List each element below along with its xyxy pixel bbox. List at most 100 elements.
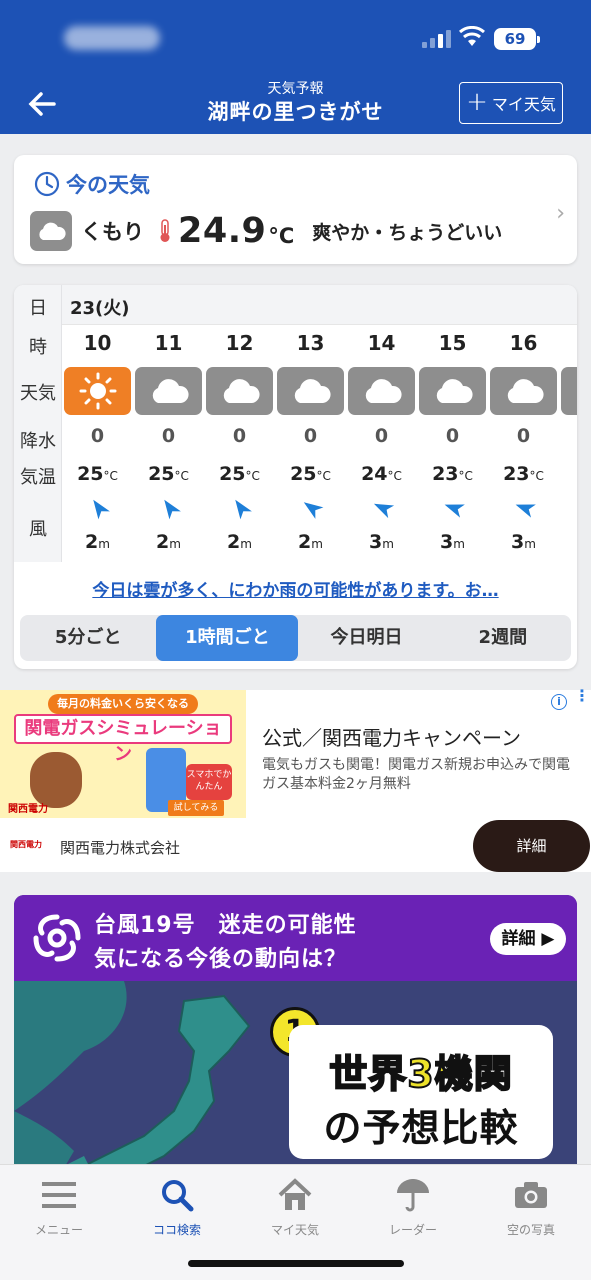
temp-value: 23°C — [432, 463, 473, 485]
wind-speed-value: 3m — [511, 531, 536, 553]
hour-column: 11 0 25°C 2m — [133, 325, 204, 562]
forecast-summary-link[interactable]: 今日は雲が多く、にわか雨の可能性があります。お… — [14, 576, 577, 601]
current-comment: 爽やか・ちょうどいい — [312, 221, 503, 244]
home-indicator — [188, 1260, 404, 1267]
hour-column: 13 0 25°C 2m — [275, 325, 346, 562]
label-temp: 気温 — [20, 467, 56, 488]
ad-image[interactable]: 毎月の料金いくら安くなるの？ 関電ガスシミュレーション スマホでかんたん 関西電… — [0, 690, 246, 818]
header-subtitle: 天気予報 — [267, 81, 324, 97]
tab-hourly[interactable]: 1時間ごと — [156, 615, 299, 661]
header-titles: 天気予報 湖畔の里つきがせ — [150, 80, 441, 126]
rain-value: 0 — [445, 425, 460, 447]
ad-detail-button[interactable]: 詳細 — [473, 820, 590, 872]
cloud-icon — [30, 211, 72, 251]
cloud-icon — [206, 367, 273, 415]
tab-my-weather-label: マイ天気 — [270, 1223, 319, 1237]
hourly-columns[interactable]: 10 0 25°C 2m 11 0 25°C 2m 12 0 25°C 2m 13 0 25°C 2m 14 0 2… — [62, 325, 577, 562]
day-label: 23(火) — [70, 298, 130, 319]
ad-banner[interactable]: 毎月の料金いくら安くなるの？ 関電ガスシミュレーション スマホでかんたん 関西電… — [0, 688, 591, 872]
rain-value: 0 — [161, 425, 176, 447]
cloud-icon — [277, 367, 344, 415]
current-weather-card[interactable]: 今の天気 くもり 24.9 °C 爽やか・ちょうどいい › — [14, 155, 577, 264]
wind-speed-value: 2m — [227, 531, 252, 553]
hour-column-partial — [559, 325, 577, 562]
current-condition: くもり — [81, 220, 144, 244]
ad-image-logo: 関西電力 — [8, 804, 48, 815]
typhoon-header: 台風19号 迷走の可能性 気になる今後の動向は？ 詳細 ▶ — [14, 895, 577, 981]
label-day: 日 — [29, 298, 47, 319]
rain-value: 0 — [90, 425, 105, 447]
day-row: 23(火) — [62, 285, 577, 325]
bubble-line2: の予想比較 — [323, 1106, 519, 1150]
wind-direction-icon — [372, 497, 395, 519]
umbrella-icon — [397, 1179, 429, 1212]
speech-bubble: 世界3機関 の予想比較 — [289, 1025, 553, 1159]
rain-value: 0 — [516, 425, 531, 447]
back-arrow-icon[interactable] — [26, 88, 58, 120]
wind-speed-value: 2m — [298, 531, 323, 553]
label-rain: 降水 — [20, 431, 56, 452]
ad-info-icon[interactable]: i — [551, 694, 567, 710]
tab-search[interactable]: ココ検索 — [118, 1173, 236, 1238]
thermometer-icon — [160, 219, 170, 242]
tab-2weeks[interactable]: 2週間 — [435, 615, 571, 661]
ad-title[interactable]: 公式／関西電力キャンペーン — [262, 722, 521, 751]
temp-value: 25°C — [148, 463, 189, 485]
tab-5min[interactable]: 5分ごと — [20, 615, 156, 661]
tab-menu[interactable]: メニュー — [0, 1173, 118, 1238]
wind-direction-icon — [301, 497, 324, 519]
hour-label: 15 — [438, 331, 467, 355]
temp-value: 24°C — [361, 463, 402, 485]
ad-description: 電気もガスも関電！関電ガス新規お申込みで関電ガス基本料金2ヶ月無料 — [262, 757, 570, 792]
tab-menu-label: メニュー — [34, 1223, 83, 1237]
hour-column: 15 0 23°C 3m — [417, 325, 488, 562]
hour-label: 11 — [154, 331, 183, 355]
wind-direction-icon — [514, 497, 536, 519]
rain-value: 0 — [303, 425, 318, 447]
label-weather: 天気 — [20, 383, 56, 404]
typhoon-detail-button[interactable]: 詳細 ▶ — [490, 923, 566, 955]
hour-label: 12 — [225, 331, 254, 355]
wind-direction-icon — [159, 497, 181, 520]
my-weather-button-label: マイ天気 — [491, 95, 556, 114]
current-temperature: 24.9 — [178, 211, 267, 251]
hour-label: 16 — [509, 331, 538, 355]
wind-direction-icon — [443, 497, 465, 519]
tab-sky-photos[interactable]: 空の写真 — [472, 1173, 590, 1238]
clock-icon — [34, 171, 60, 197]
ad-options-icon[interactable]: ⋮ — [574, 688, 590, 704]
ad-image-badge: スマホでかんたん — [186, 764, 232, 800]
battery-icon: 69 — [494, 28, 540, 50]
wind-direction-icon — [88, 497, 110, 520]
row-labels: 日 時 天気 降水 気温 風 — [14, 285, 62, 562]
chevron-right-icon: › — [556, 201, 565, 226]
typhoon-title-line2: 気になる今後の動向は？ — [94, 947, 348, 972]
bubble-line1: 世界3機関 — [328, 1051, 513, 1097]
wind-direction-icon — [230, 497, 252, 520]
label-wind: 風 — [29, 519, 47, 540]
hour-column: 12 0 25°C 2m — [204, 325, 275, 562]
cloud-icon — [135, 367, 202, 415]
add-my-weather-button[interactable]: + マイ天気 — [459, 82, 563, 124]
carrier-time-blurred — [64, 26, 160, 50]
ad-image-button: 試してみる — [168, 800, 224, 816]
typhoon-icon — [33, 914, 81, 962]
hour-label: 14 — [367, 331, 396, 355]
ad-image-banner: 毎月の料金いくら安くなるの？ — [48, 694, 198, 730]
sun-icon — [64, 367, 131, 415]
rain-value: 0 — [232, 425, 247, 447]
home-icon — [278, 1178, 312, 1210]
advertiser-logo: 関西電力 — [10, 840, 42, 849]
cloud-icon — [561, 367, 577, 415]
tab-radar[interactable]: レーダー — [354, 1173, 472, 1238]
rain-value: 0 — [374, 425, 389, 447]
temp-value: 25°C — [290, 463, 331, 485]
tab-today-tomorrow[interactable]: 今日明日 — [298, 615, 434, 661]
typhoon-title-line1: 台風19号 迷走の可能性 — [94, 913, 357, 938]
typhoon-article-card[interactable]: 台風19号 迷走の可能性 気になる今後の動向は？ 詳細 ▶ 1 世界3機関 の予… — [14, 895, 577, 1185]
cloud-icon — [490, 367, 557, 415]
tab-sky-photos-label: 空の写真 — [506, 1223, 555, 1237]
tab-my-weather[interactable]: マイ天気 — [236, 1173, 354, 1238]
temperature-unit: °C — [268, 224, 295, 248]
wind-speed-value: 3m — [369, 531, 394, 553]
